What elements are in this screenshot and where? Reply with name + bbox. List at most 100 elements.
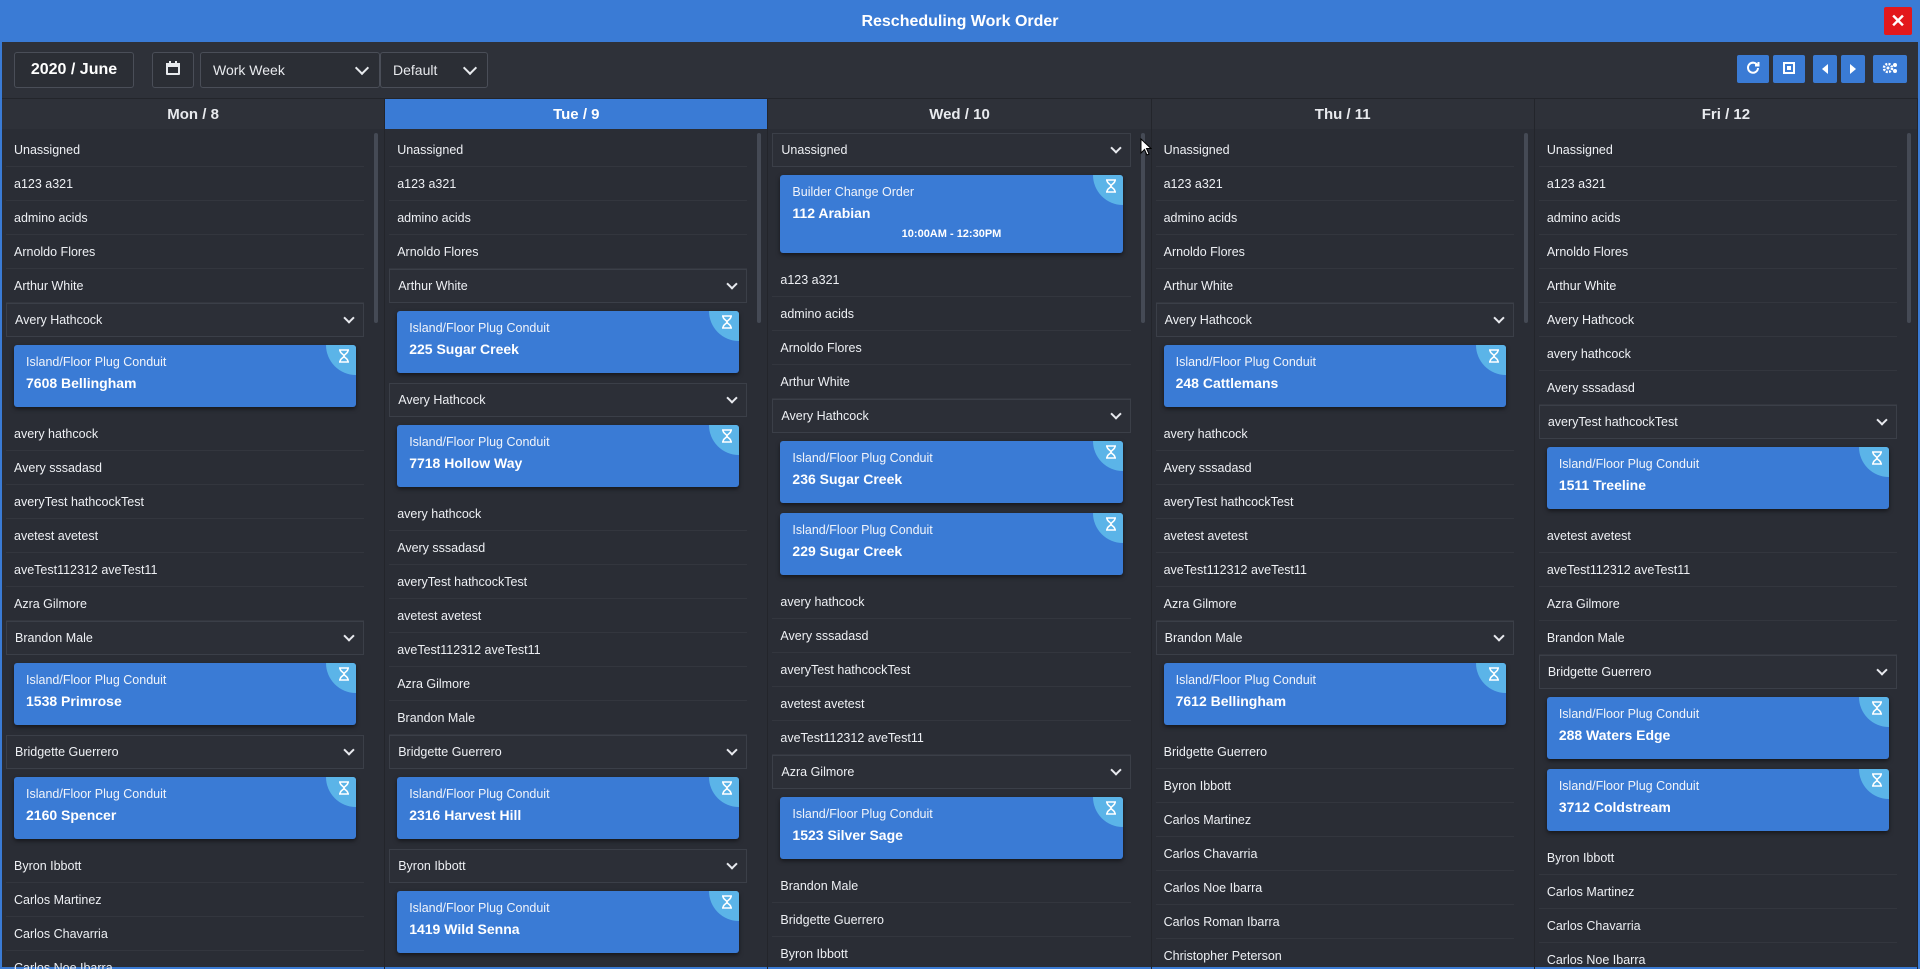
prev-button[interactable] xyxy=(1813,55,1837,83)
technician-row[interactable]: Unassigned xyxy=(1155,133,1514,167)
technician-row[interactable]: a123 a321 xyxy=(6,167,365,201)
technician-row[interactable]: Brandon Male xyxy=(389,701,748,735)
technician-row[interactable]: admino acids xyxy=(389,201,748,235)
technician-row[interactable]: a123 a321 xyxy=(1538,167,1898,201)
technician-row[interactable]: Arnoldo Flores xyxy=(389,235,748,269)
technician-row[interactable]: avetest avetest xyxy=(6,519,365,553)
technician-group-header[interactable]: Avery Hathcock xyxy=(772,399,1131,433)
work-order-card[interactable]: Island/Floor Plug Conduit 1523 Silver Sag… xyxy=(780,797,1123,859)
work-order-card[interactable]: Island/Floor Plug Conduit 2160 Spencer xyxy=(14,777,357,839)
technician-group-header[interactable]: Brandon Male xyxy=(6,621,365,655)
technician-row[interactable]: Byron Ibbott xyxy=(772,937,1130,969)
technician-row[interactable]: Carlos Martinez xyxy=(1538,875,1898,909)
chevron-down-icon[interactable] xyxy=(1109,764,1122,776)
technician-row[interactable]: Byron Ibbott xyxy=(6,849,365,883)
day-header[interactable]: Wed / 10 xyxy=(768,99,1152,129)
technician-row[interactable]: avetest avetest xyxy=(1538,519,1898,553)
technician-row[interactable]: avetest avetest xyxy=(772,687,1131,721)
technician-group-header[interactable]: Avery Hathcock xyxy=(389,383,748,417)
technician-row[interactable]: Arnoldo Flores xyxy=(1155,235,1514,269)
technician-row[interactable]: avetest avetest xyxy=(389,599,748,633)
technician-row[interactable]: a123 a321 xyxy=(772,263,1131,297)
technician-row[interactable]: Byron Ibbott xyxy=(1538,841,1898,875)
filter-select[interactable]: Default xyxy=(380,52,488,88)
technician-row[interactable]: Unassigned xyxy=(389,133,748,167)
month-label[interactable]: 2020 / June xyxy=(14,52,134,88)
technician-group-header[interactable]: Arthur White xyxy=(389,269,748,303)
technician-row[interactable]: Brandon Male xyxy=(1538,621,1898,655)
technician-row[interactable]: Carlos Chavarria xyxy=(6,917,365,951)
work-order-card[interactable]: Island/Floor Plug Conduit 2316 Harvest Hi… xyxy=(397,777,740,839)
technician-row[interactable]: Avery sssadasd xyxy=(1155,451,1514,485)
technician-group-header[interactable]: Azra Gilmore xyxy=(772,755,1131,789)
technician-row[interactable]: Avery sssadasd xyxy=(389,531,748,565)
work-order-card[interactable]: Island/Floor Plug Conduit 7718 Hollow Way xyxy=(397,425,740,487)
technician-row[interactable]: Avery sssadasd xyxy=(772,619,1131,653)
technician-row[interactable]: Carlos Martinez xyxy=(1155,803,1514,837)
technician-row[interactable]: admino acids xyxy=(6,201,365,235)
technician-row[interactable]: Byron Ibbott xyxy=(1155,769,1514,803)
technician-row[interactable]: Bridgette Guerrero xyxy=(772,903,1131,937)
technician-row[interactable]: Avery sssadasd xyxy=(6,451,365,485)
day-header[interactable]: Fri / 12 xyxy=(1534,99,1919,129)
technician-row[interactable]: Arnoldo Flores xyxy=(6,235,365,269)
settings-button[interactable] xyxy=(1873,55,1907,83)
work-order-card[interactable]: Island/Floor Plug Conduit 7608 Bellingham xyxy=(14,345,357,407)
chevron-down-icon[interactable] xyxy=(343,630,355,642)
technician-row[interactable]: averyTest hathcockTest xyxy=(389,565,748,599)
technician-row[interactable]: aveTest112312 aveTest11 xyxy=(6,553,365,587)
technician-group-header[interactable]: Bridgette Guerrero xyxy=(389,735,748,769)
chevron-down-icon[interactable] xyxy=(1876,664,1888,676)
chevron-down-icon[interactable] xyxy=(1109,142,1122,154)
chevron-down-icon[interactable] xyxy=(726,744,739,756)
technician-group-header[interactable]: Byron Ibbott xyxy=(389,849,748,883)
work-order-card[interactable]: Island/Floor Plug Conduit 7612 Bellingham xyxy=(1163,663,1506,725)
technician-row[interactable]: Carlos Martinez xyxy=(6,883,365,917)
technician-row[interactable]: avetest avetest xyxy=(1155,519,1514,553)
technician-row[interactable]: a123 a321 xyxy=(389,167,748,201)
technician-row[interactable]: avery hathcock xyxy=(6,417,365,451)
day-header[interactable]: Mon / 8 xyxy=(2,99,386,129)
technician-row[interactable]: Carlos Chavarria xyxy=(1538,909,1898,943)
technician-row[interactable]: aveTest112312 aveTest11 xyxy=(1155,553,1514,587)
work-order-card[interactable]: Island/Floor Plug Conduit 248 Cattlemans xyxy=(1163,345,1506,407)
technician-group-header[interactable]: Bridgette Guerrero xyxy=(1538,655,1898,689)
chevron-down-icon[interactable] xyxy=(343,312,355,324)
chevron-down-icon[interactable] xyxy=(726,278,739,290)
technician-row[interactable]: avery hathcock xyxy=(1538,337,1898,371)
technician-row[interactable]: Azra Gilmore xyxy=(1155,587,1514,621)
technician-row[interactable]: Brandon Male xyxy=(772,869,1131,903)
technician-row[interactable]: Arthur White xyxy=(6,269,365,303)
technician-row[interactable]: averyTest hathcockTest xyxy=(772,653,1131,687)
chevron-down-icon[interactable] xyxy=(726,858,739,870)
technician-row[interactable]: Avery sssadasd xyxy=(1538,371,1898,405)
technician-row[interactable]: admino acids xyxy=(1538,201,1898,235)
work-order-card[interactable]: Island/Floor Plug Conduit 1511 Treeline xyxy=(1546,447,1890,509)
technician-row[interactable]: Unassigned xyxy=(6,133,365,167)
work-order-card[interactable]: Island/Floor Plug Conduit 3712 Coldstream xyxy=(1546,769,1890,831)
work-order-card[interactable]: Island/Floor Plug Conduit 1419 Wild Senna xyxy=(397,891,740,953)
chevron-down-icon[interactable] xyxy=(1493,630,1505,642)
technician-row[interactable]: Carlos Chavarria xyxy=(1155,837,1514,871)
work-order-card[interactable]: Builder Change Order 112 Arabian 10:00AM -… xyxy=(780,175,1123,253)
view-select[interactable]: Work Week xyxy=(200,52,380,88)
technician-row[interactable]: Arthur White xyxy=(772,365,1131,399)
technician-group-header[interactable]: Avery Hathcock xyxy=(1155,303,1514,337)
chevron-down-icon[interactable] xyxy=(1109,408,1122,420)
technician-row[interactable]: a123 a321 xyxy=(1155,167,1514,201)
technician-group-header[interactable]: Bridgette Guerrero xyxy=(6,735,365,769)
technician-row[interactable]: Carlos Noe Ibarra xyxy=(1539,943,1897,969)
technician-row[interactable]: Christopher Peterson xyxy=(1156,939,1514,969)
technician-group-header[interactable]: Avery Hathcock xyxy=(6,303,365,337)
technician-row[interactable]: avery hathcock xyxy=(772,585,1131,619)
technician-row[interactable]: averyTest hathcockTest xyxy=(1155,485,1514,519)
chevron-down-icon[interactable] xyxy=(1876,414,1888,426)
technician-row[interactable]: Arthur White xyxy=(1155,269,1514,303)
technician-group-header[interactable]: averyTest hathcockTest xyxy=(1538,405,1898,439)
technician-row[interactable]: aveTest112312 aveTest11 xyxy=(1538,553,1898,587)
work-order-card[interactable]: Island/Floor Plug Conduit 236 Sugar Creek xyxy=(780,441,1123,503)
chevron-down-icon[interactable] xyxy=(1493,312,1505,324)
technician-group-header[interactable]: Brandon Male xyxy=(1155,621,1514,655)
technician-row[interactable]: Azra Gilmore xyxy=(6,587,365,621)
next-button[interactable] xyxy=(1841,55,1865,83)
